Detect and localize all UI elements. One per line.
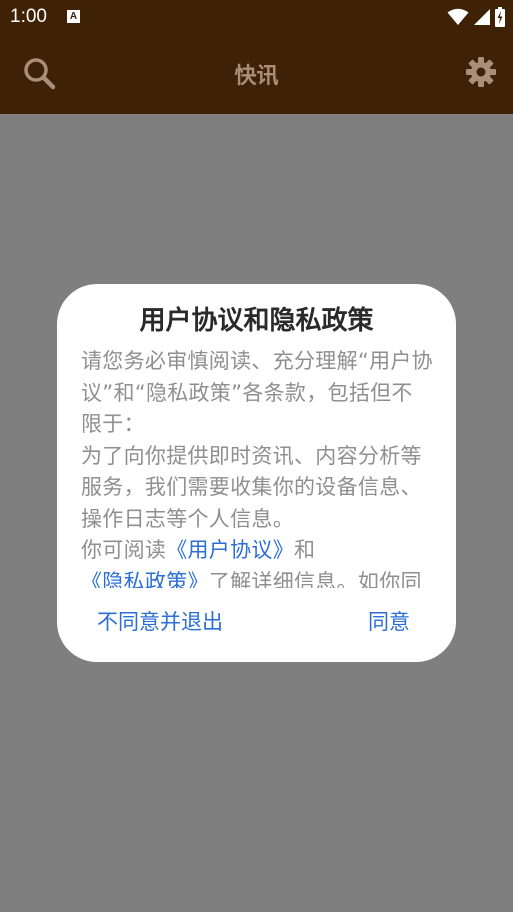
dialog-paragraph-2: 为了向你提供即时资讯、内容分析等服务，我们需要收集你的设备信息、操作日志等个人信… bbox=[81, 443, 422, 531]
dialog-actions: 不同意并退出 同意 bbox=[57, 604, 456, 644]
privacy-policy-link[interactable]: 《隐私政策》 bbox=[81, 570, 209, 589]
paragraph-3-prefix: 你可阅读 bbox=[81, 538, 167, 562]
agree-button[interactable]: 同意 bbox=[368, 606, 410, 636]
status-bar: 1:00 A bbox=[0, 0, 513, 34]
dialog-title: 用户协议和隐私政策 bbox=[139, 306, 374, 336]
battery-icon bbox=[495, 7, 505, 27]
wifi-icon bbox=[447, 8, 469, 25]
dialog-paragraph-1: 请您务必审慎阅读、充分理解“用户协议”和“隐私政策”各条款，包括但不限于： bbox=[81, 349, 433, 436]
dialog-body[interactable]: 请您务必审慎阅读、充分理解“用户协议”和“隐私政策”各条款，包括但不限于： 为了… bbox=[81, 346, 433, 588]
status-icons bbox=[447, 7, 505, 27]
decline-and-exit-button[interactable]: 不同意并退出 bbox=[97, 606, 223, 636]
app-screen: 1:00 A 快讯 用户协议和隐私政策 请您务必审慎阅读、充分理解“用户协议”和… bbox=[0, 0, 513, 912]
privacy-dialog: 用户协议和隐私政策 请您务必审慎阅读、充分理解“用户协议”和“隐私政策”各条款，… bbox=[57, 284, 456, 662]
dialog-paragraph-3: 你可阅读《用户协议》和《隐私政策》了解详细信息。如你同意，请点 bbox=[81, 535, 433, 588]
user-agreement-link[interactable]: 《用户协议》 bbox=[166, 538, 294, 562]
cellular-signal-icon bbox=[474, 9, 490, 25]
paragraph-3-and: 和 bbox=[294, 538, 316, 562]
page-title: 快讯 bbox=[234, 64, 279, 89]
gear-icon[interactable] bbox=[465, 56, 497, 88]
status-time: 1:00 bbox=[10, 6, 47, 27]
app-toolbar: 快讯 bbox=[0, 34, 513, 114]
notification-icon: A bbox=[67, 10, 80, 23]
